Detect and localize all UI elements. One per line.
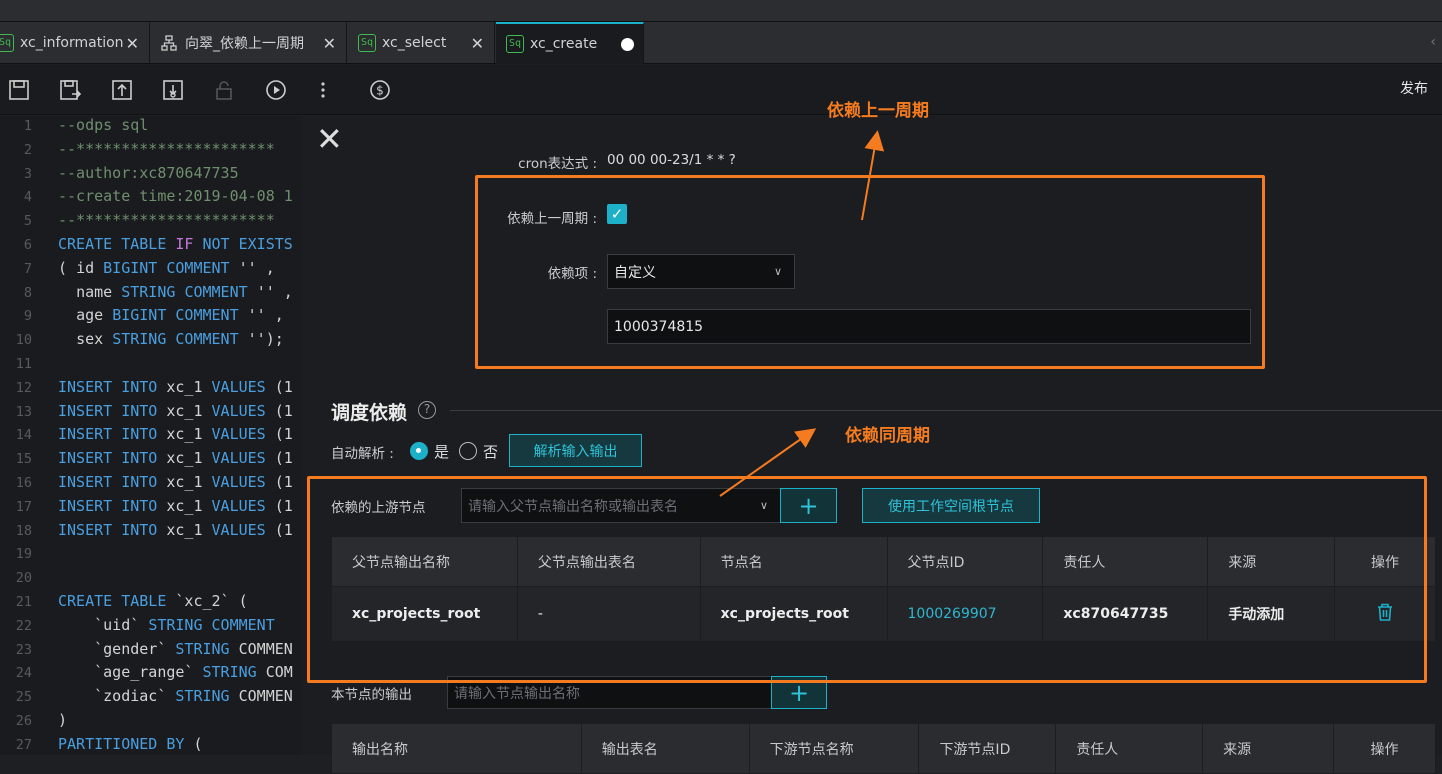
annotation-arrow-same-cycle	[719, 428, 817, 497]
annotation-arrow-prev-cycle	[861, 130, 885, 221]
annotation-arrows	[719, 130, 885, 497]
